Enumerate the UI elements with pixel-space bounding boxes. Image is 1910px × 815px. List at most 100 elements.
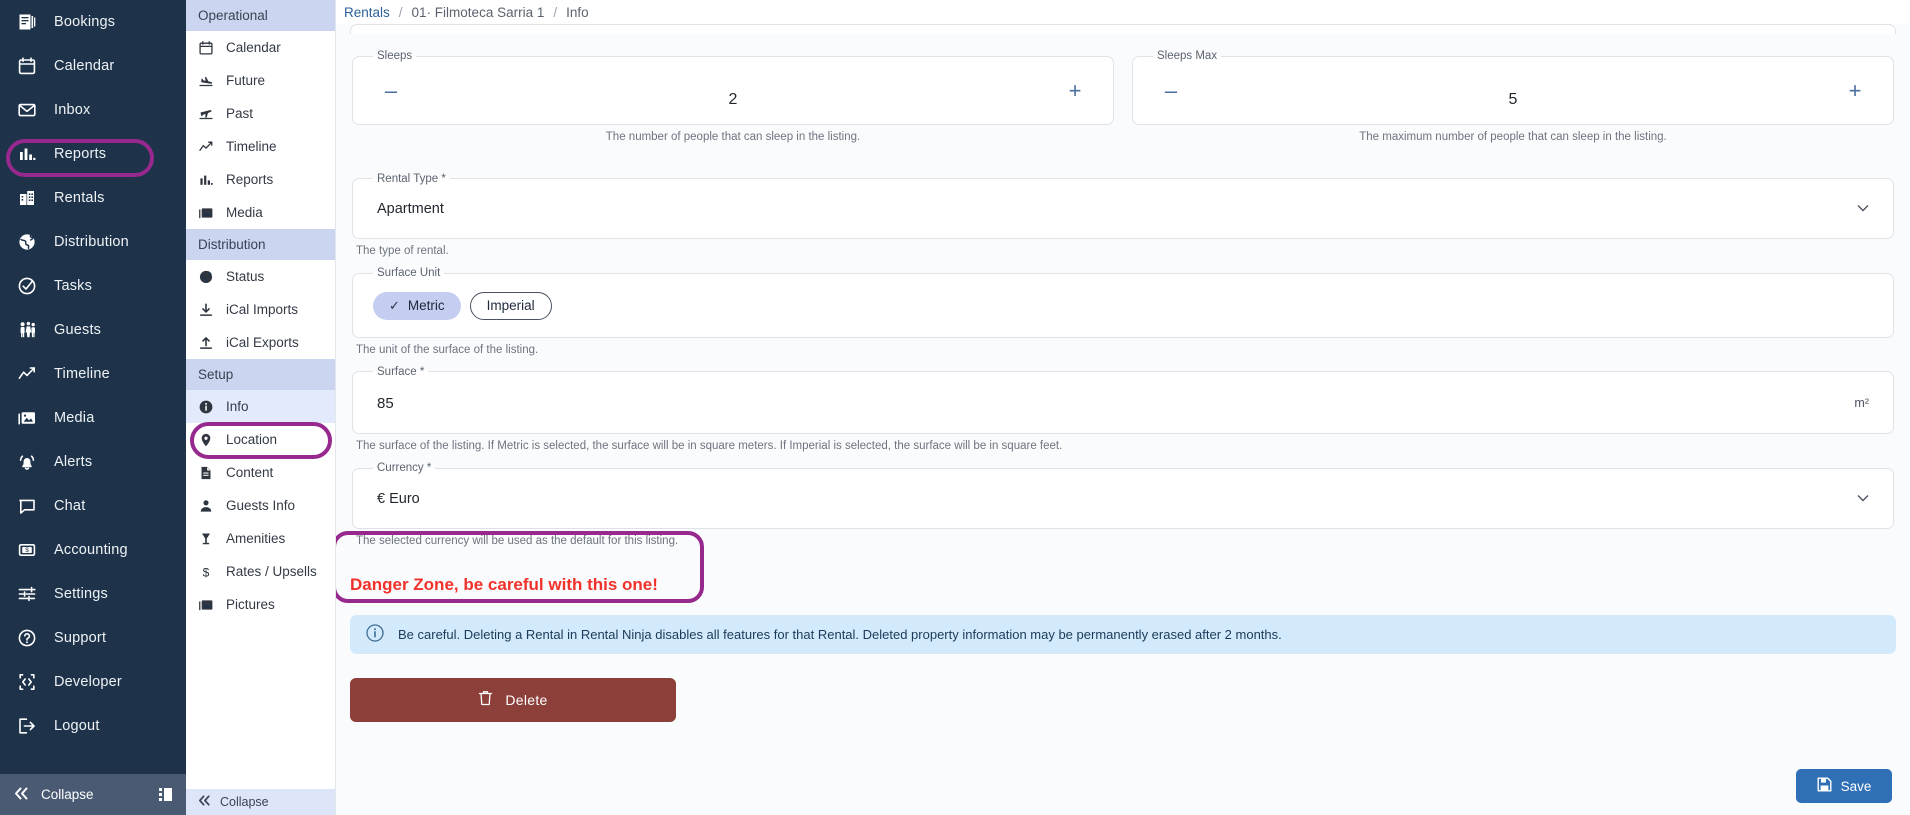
primary-nav-item-label: Logout (54, 718, 100, 734)
primary-nav-item-support[interactable]: Support (0, 616, 186, 660)
surface-unit-option-imperial[interactable]: Imperial (470, 292, 552, 320)
info-icon (198, 399, 214, 415)
chevron-down-icon[interactable] (1857, 203, 1869, 215)
timeline-icon (198, 139, 214, 155)
secondary-nav-group-operational: Operational (186, 0, 335, 31)
primary-nav-item-media[interactable]: Media (0, 396, 186, 440)
breadcrumb-separator: / (399, 5, 403, 20)
chevrons-left-icon (14, 787, 29, 803)
breadcrumb: Rentals / 01· Filmoteca Sarria 1 / Info (336, 0, 1910, 24)
secondary-nav-item-guests-info[interactable]: Guests Info (186, 489, 335, 522)
sleeps-max-increment-button[interactable]: + (1843, 80, 1867, 102)
secondary-nav-item-label: Location (226, 432, 277, 447)
primary-nav-item-guests[interactable]: Guests (0, 308, 186, 352)
secondary-nav-item-timeline[interactable]: Timeline (186, 130, 335, 163)
primary-nav-item-label: Inbox (54, 102, 90, 118)
secondary-nav-item-label: iCal Exports (226, 335, 299, 350)
currency-label: Currency * (373, 462, 435, 474)
resize-grip-icon[interactable] (159, 788, 172, 804)
save-button-label: Save (1841, 779, 1872, 794)
svg-text:$: $ (25, 547, 29, 554)
dollar-icon: $ (198, 564, 214, 580)
upload-icon (198, 335, 214, 351)
secondary-nav-item-rates-upsells[interactable]: $Rates / Upsells (186, 555, 335, 588)
app-root: BookingsCalendarInboxReportsRentalsDistr… (0, 0, 1910, 815)
surface-unit-toggle-group: ✓ Metric Imperial (365, 285, 1881, 327)
calendar-icon (16, 55, 38, 77)
reports-icon (16, 143, 38, 165)
sleeps-decrement-button[interactable]: – (379, 80, 403, 102)
secondary-nav-item-info[interactable]: Info (186, 390, 335, 423)
primary-nav-item-rentals[interactable]: Rentals (0, 176, 186, 220)
primary-collapse-button[interactable]: Collapse (0, 774, 186, 815)
primary-nav-item-settings[interactable]: Settings (0, 572, 186, 616)
secondary-nav-item-calendar[interactable]: Calendar (186, 31, 335, 64)
primary-nav-item-tasks[interactable]: Tasks (0, 264, 186, 308)
currency-field[interactable]: Currency * € Euro (352, 462, 1894, 529)
primary-nav-item-label: Settings (54, 586, 108, 602)
primary-nav-item-reports[interactable]: Reports (0, 132, 186, 176)
danger-zone-title: Danger Zone, be careful with this one! (350, 575, 1896, 595)
primary-nav-item-bookings[interactable]: Bookings (0, 0, 186, 44)
surface-unit-option-imperial-label: Imperial (487, 298, 535, 313)
primary-nav-item-alerts[interactable]: Alerts (0, 440, 186, 484)
delete-button[interactable]: Delete (350, 678, 676, 722)
surface-unit-label: Surface Unit (373, 267, 444, 279)
secondary-nav-item-label: Guests Info (226, 498, 295, 513)
secondary-nav-item-ical-imports[interactable]: iCal Imports (186, 293, 335, 326)
primary-nav-item-label: Calendar (54, 58, 114, 74)
secondary-nav-item-location[interactable]: Location (186, 423, 335, 456)
secondary-nav-item-media[interactable]: Media (186, 196, 335, 229)
surface-unit-option-metric[interactable]: ✓ Metric (373, 292, 461, 320)
secondary-nav-item-pictures[interactable]: Pictures (186, 588, 335, 621)
primary-nav-item-accounting[interactable]: $Accounting (0, 528, 186, 572)
primary-nav-item-label: Guests (54, 322, 101, 338)
primary-nav-item-chat[interactable]: Chat (0, 484, 186, 528)
primary-nav-item-label: Bookings (54, 14, 115, 30)
sleeps-max-decrement-button[interactable]: – (1159, 80, 1183, 102)
secondary-nav-item-reports[interactable]: Reports (186, 163, 335, 196)
delete-warning-alert: Be careful. Deleting a Rental in Rental … (350, 615, 1896, 654)
accounting-icon: $ (16, 539, 38, 561)
secondary-collapse-button[interactable]: Collapse (186, 789, 336, 815)
rental-type-field[interactable]: Rental Type * Apartment (352, 173, 1894, 240)
surface-unit-field: Surface Unit ✓ Metric Imperial (352, 267, 1894, 338)
logout-icon (16, 715, 38, 737)
secondary-nav-item-amenities[interactable]: Amenities (186, 522, 335, 555)
plane-departure-icon (198, 106, 214, 122)
rental-type-select[interactable]: Apartment (365, 190, 1881, 228)
secondary-nav-item-label: Media (226, 205, 263, 220)
secondary-nav-item-future[interactable]: Future (186, 64, 335, 97)
primary-nav-item-inbox[interactable]: Inbox (0, 88, 186, 132)
sleeps-row: Sleeps – 2 + The number of people that c… (350, 34, 1896, 143)
secondary-nav-item-content[interactable]: Content (186, 456, 335, 489)
sleeps-increment-button[interactable]: + (1063, 80, 1087, 102)
surface-field[interactable]: Surface * 85 m² (352, 366, 1894, 435)
secondary-nav-group-setup: Setup (186, 359, 335, 390)
rental-type-helper-text: The type of rental. (356, 245, 1896, 257)
breadcrumb-rental-name[interactable]: 01· Filmoteca Sarria 1 (412, 5, 545, 20)
breadcrumb-separator: / (553, 5, 557, 20)
primary-nav-item-developer[interactable]: Developer (0, 660, 186, 704)
media-icon (198, 205, 214, 221)
sleeps-max-label: Sleeps Max (1153, 50, 1221, 62)
reports-icon (198, 172, 214, 188)
surface-input-row[interactable]: 85 m² (365, 383, 1881, 423)
save-disk-icon (1817, 777, 1832, 795)
secondary-nav-item-label: Reports (226, 172, 273, 187)
surface-input[interactable]: 85 (377, 395, 394, 412)
secondary-nav-item-label: Past (226, 106, 253, 121)
breadcrumb-rentals-link[interactable]: Rentals (344, 5, 390, 20)
secondary-nav-item-ical-exports[interactable]: iCal Exports (186, 326, 335, 359)
currency-select[interactable]: € Euro (365, 480, 1881, 518)
chevron-down-icon[interactable] (1857, 493, 1869, 505)
primary-nav-item-distribution[interactable]: Distribution (0, 220, 186, 264)
primary-nav-item-logout[interactable]: Logout (0, 704, 186, 748)
secondary-nav-item-past[interactable]: Past (186, 97, 335, 130)
secondary-nav-item-status[interactable]: Status (186, 260, 335, 293)
save-button[interactable]: Save (1796, 769, 1892, 803)
primary-nav-item-label: Reports (54, 146, 106, 162)
primary-nav-item-timeline[interactable]: Timeline (0, 352, 186, 396)
document-icon (198, 465, 214, 481)
primary-nav-item-calendar[interactable]: Calendar (0, 44, 186, 88)
